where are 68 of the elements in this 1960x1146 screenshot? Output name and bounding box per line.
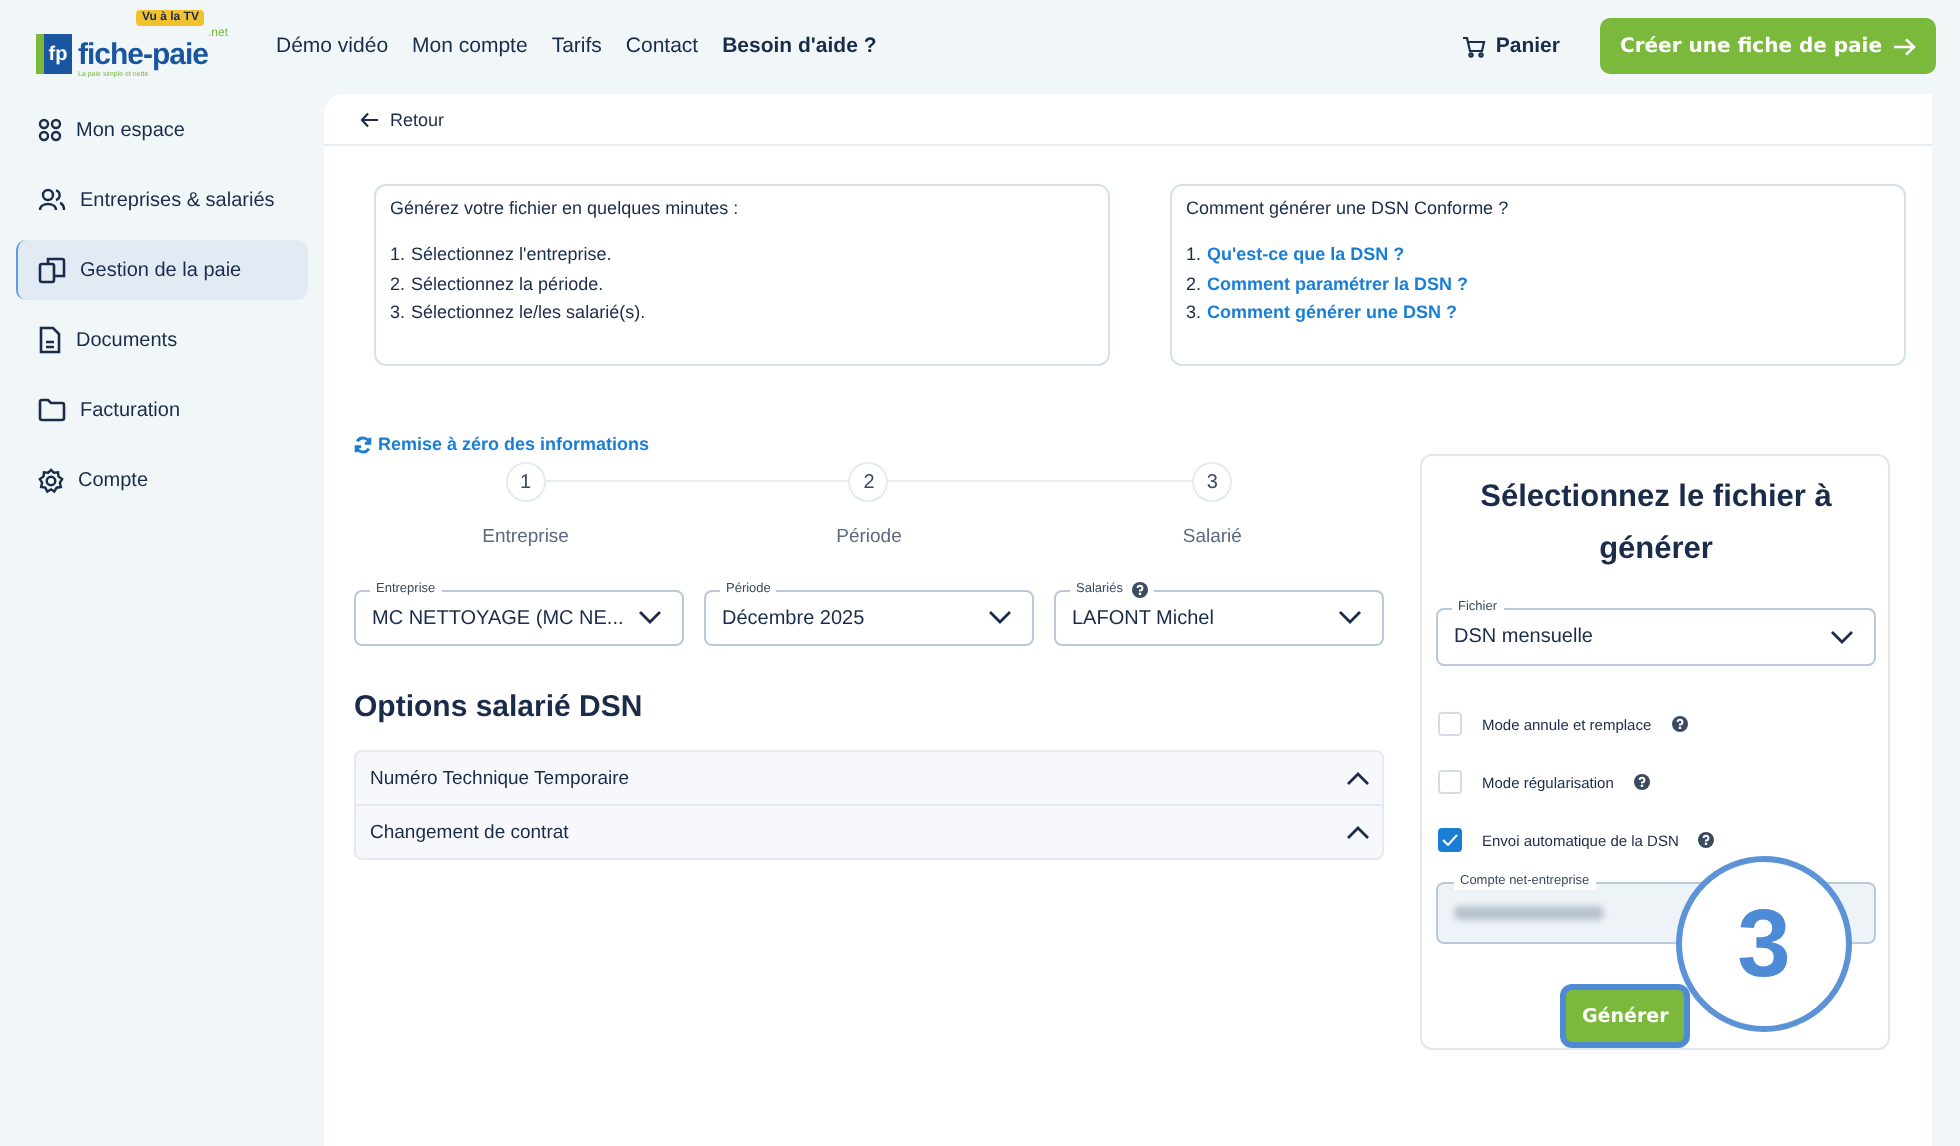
sidebar-item[interactable]: Documents <box>16 310 308 370</box>
reset-link[interactable]: Remise à zéro des informations <box>354 434 650 454</box>
list-number: 3. <box>390 300 406 326</box>
settings-icon <box>38 467 64 493</box>
documents-stack-icon <box>38 256 66 284</box>
sidebar-item[interactable]: Gestion de la paie <box>16 240 308 300</box>
sidebar-item[interactable]: Compte <box>16 450 308 510</box>
nav-link[interactable]: Contact <box>625 34 699 58</box>
step-number: 2 <box>848 462 889 502</box>
card-title: Comment générer une DSN Conforme ? <box>1186 198 1511 218</box>
select-value: LAFONT Michel <box>1072 607 1214 629</box>
chevron-down-icon <box>988 610 1012 626</box>
list-number: 1. <box>390 242 406 268</box>
checkbox[interactable] <box>1438 828 1462 852</box>
logo-name: fiche-paie <box>78 40 209 70</box>
cart-link[interactable]: Panier <box>1461 34 1560 58</box>
refresh-icon <box>354 435 372 453</box>
select-field[interactable]: LAFONT Michel <box>1054 590 1384 646</box>
list-item-text: Sélectionnez la période. <box>411 271 604 298</box>
section-title: Options salarié DSN <box>354 690 645 724</box>
chevron-up-icon <box>1346 770 1370 786</box>
cart-icon <box>1461 35 1486 57</box>
select-field[interactable]: Décembre 2025 <box>704 590 1034 646</box>
step-label: Entreprise <box>482 526 569 548</box>
select-field[interactable]: DSN mensuelle <box>1436 608 1876 666</box>
select-value: Décembre 2025 <box>722 607 865 629</box>
step-number: 1 <box>505 462 546 502</box>
document-icon <box>38 326 62 354</box>
step-label: Salarié <box>1182 526 1242 548</box>
list-number: 1. <box>1186 242 1202 268</box>
list-item-text: Sélectionnez l'entreprise. <box>411 242 612 268</box>
arrow-left-icon <box>360 111 378 127</box>
nav-link[interactable]: Démo vidéo <box>276 34 389 58</box>
help-icon <box>1671 716 1688 732</box>
sidebar-item[interactable]: Entreprises & salariés <box>16 170 308 230</box>
step-callout-tooltip: 3 <box>1676 856 1852 1032</box>
help-icon <box>1633 774 1650 790</box>
help-link[interactable]: Comment générer une DSN ? <box>1207 298 1458 327</box>
list-number: 2. <box>1186 271 1202 297</box>
grid-icon <box>38 118 62 142</box>
step-label: Période <box>836 526 902 548</box>
help-link[interactable]: Qu'est-ce que la DSN ? <box>1207 240 1405 269</box>
select-value: MC NETTOYAGE (MC NE... <box>372 607 624 629</box>
step-number: 3 <box>1192 462 1233 502</box>
chevron-down-icon <box>638 610 662 626</box>
folder-icon <box>38 398 66 422</box>
list-number: 3. <box>1186 300 1202 326</box>
chevron-down-icon <box>1338 610 1362 626</box>
panel-title: Sélectionnez le fichier à générer <box>1478 478 1834 570</box>
arrow-right-icon <box>1894 37 1916 55</box>
accordion-header[interactable]: Numéro Technique Temporaire <box>356 752 1382 804</box>
nav-link[interactable]: Besoin d'aide ? <box>722 34 877 58</box>
back-link[interactable]: Retour <box>324 94 1932 146</box>
list-number: 2. <box>390 271 406 297</box>
accordion-header[interactable]: Changement de contrat <box>356 804 1382 858</box>
chevron-up-icon <box>1346 824 1370 840</box>
help-link[interactable]: Comment paramétrer la DSN ? <box>1207 269 1469 298</box>
list-item-text: Sélectionnez le/les salarié(s). <box>411 300 646 326</box>
nav-link[interactable]: Tarifs <box>551 34 602 58</box>
sidebar-item[interactable]: Mon espace <box>16 100 308 160</box>
sidebar-item[interactable]: Facturation <box>16 380 308 440</box>
nav-link[interactable]: Mon compte <box>412 34 528 58</box>
select-value: DSN mensuelle <box>1454 626 1593 648</box>
chevron-down-icon <box>1830 629 1854 645</box>
users-icon <box>38 188 66 212</box>
logo-mark: fp <box>36 34 72 74</box>
card-title: Générez votre fichier en quelques minutes : <box>390 198 741 218</box>
help-icon <box>1698 832 1715 848</box>
